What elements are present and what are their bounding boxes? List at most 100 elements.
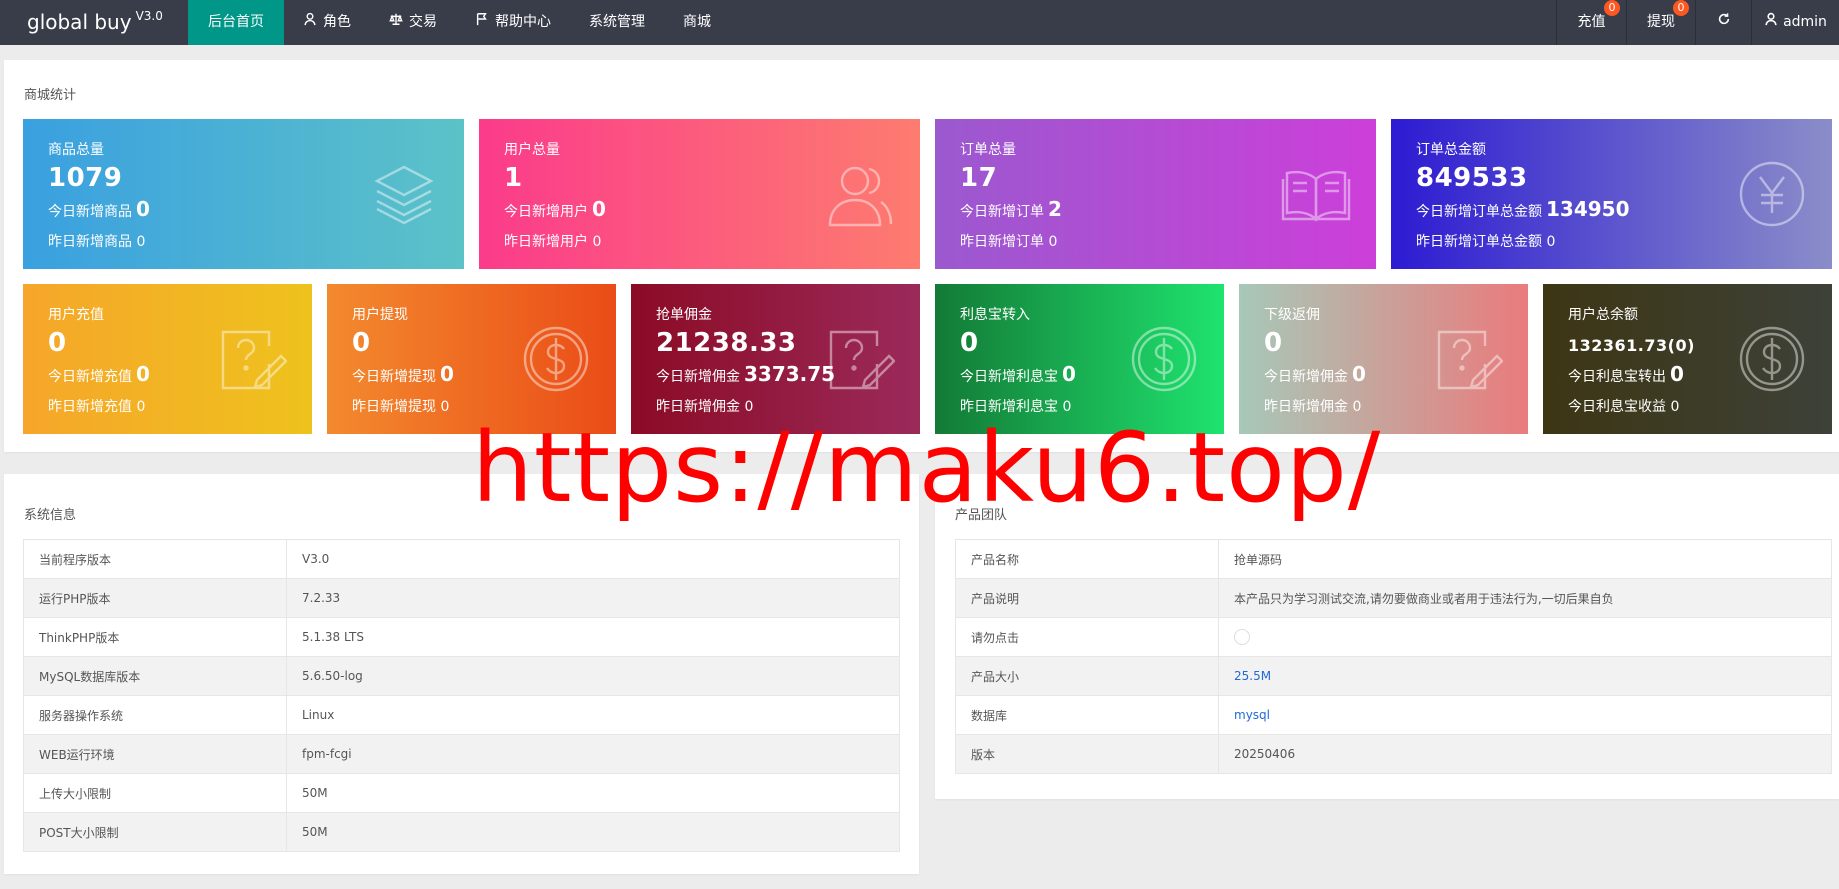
card-title: 用户总量 [504, 142, 560, 158]
stat-card-balance: 用户总余额 132361.73(0) 今日利息宝转出 0 今日利息宝收益 0 [1543, 284, 1832, 434]
card-today: 今日利息宝转出 0 [1568, 362, 1684, 386]
row-label: 产品说明 [955, 578, 1219, 618]
card-value: 21238.33 [656, 328, 797, 358]
card-title: 下级返佣 [1264, 307, 1320, 323]
nav-label: 商城 [683, 14, 711, 30]
withdraw-button[interactable]: 提现 0 [1626, 0, 1695, 45]
nav-item-trade[interactable]: 交易 [370, 0, 456, 45]
card-title: 用户充值 [48, 307, 104, 323]
dollar-icon [1129, 324, 1199, 394]
recharge-badge: 0 [1604, 0, 1620, 16]
row-value: 7.2.33 [286, 578, 900, 618]
row-value: 5.6.50-log [286, 656, 900, 696]
row-label: 服务器操作系统 [23, 695, 287, 735]
row-label: WEB运行环境 [23, 734, 287, 774]
row-value: 5.1.38 LTS [286, 617, 900, 657]
row-value [1218, 617, 1832, 657]
refresh-button[interactable] [1695, 0, 1751, 45]
brand-name: global buy [27, 10, 132, 34]
nav-item-roles[interactable]: 角色 [284, 0, 370, 45]
row-value: 本产品只为学习测试交流,请勿要做商业或者用于违法行为,一切后果自负 [1218, 578, 1832, 618]
stat-card-products: 商品总量 1079 今日新增商品 0 昨日新增商品 0 [23, 119, 464, 269]
card-yesterday: 昨日新增用户 0 [504, 234, 602, 250]
withdraw-badge: 0 [1673, 0, 1689, 16]
row-value: Linux [286, 695, 900, 735]
row-value-link[interactable]: mysql [1218, 695, 1832, 735]
system-info-table: 当前程序版本 V3.0 运行PHP版本 7.2.33 ThinkPHP版本 5.1.3… [23, 539, 900, 852]
nav-item-dashboard[interactable]: 后台首页 [188, 0, 284, 45]
product-team-table: 产品名称 抢单源码 产品说明 本产品只为学习测试交流,请勿要做商业或者用于违法行为,… [955, 539, 1832, 774]
card-today: 今日新增提现 0 [352, 362, 454, 386]
card-value: 0 [48, 328, 67, 358]
nav-item-system[interactable]: 系统管理 [570, 0, 664, 45]
flag-icon [475, 0, 489, 45]
do-not-click-badge[interactable] [1234, 629, 1250, 645]
row-value: 20250406 [1218, 734, 1832, 774]
nav-item-help[interactable]: 帮助中心 [456, 0, 570, 45]
card-title: 订单总量 [960, 142, 1016, 158]
card-yesterday: 昨日新增订单 0 [960, 234, 1058, 250]
row-value: V3.0 [286, 539, 900, 579]
recharge-button[interactable]: 充值 0 [1556, 0, 1626, 45]
table-row: 产品说明 本产品只为学习测试交流,请勿要做商业或者用于违法行为,一切后果自负 [955, 578, 1832, 618]
card-value: 0 [1264, 328, 1283, 358]
right-nav: 充值 0 提现 0 admin [1556, 0, 1839, 45]
row-value: fpm-fcgi [286, 734, 900, 774]
table-row: 请勿点击 [955, 617, 1832, 657]
dollar-icon [1737, 324, 1807, 394]
nav-label: 角色 [323, 14, 351, 30]
card-today: 今日新增佣金 0 [1264, 362, 1366, 386]
card-today: 今日新增用户 0 [504, 197, 606, 221]
main-nav: 后台首页 角色 交易 帮助中心 系统管理 商城 [188, 0, 730, 45]
stats-panel-title: 商城统计 [24, 88, 77, 103]
nav-label: 系统管理 [589, 14, 645, 30]
table-row: 运行PHP版本 7.2.33 [23, 578, 900, 618]
card-value: 17 [960, 163, 998, 193]
dollar-icon [521, 324, 591, 394]
row-label: 运行PHP版本 [23, 578, 287, 618]
table-row: 上传大小限制 50M [23, 773, 900, 813]
row-label: MySQL数据库版本 [23, 656, 287, 696]
card-title: 抢单佣金 [656, 307, 712, 323]
help-edit-icon [1433, 324, 1504, 394]
brand-logo[interactable]: global buy V3.0 [27, 0, 163, 45]
nav-item-mall[interactable]: 商城 [664, 0, 730, 45]
layers-icon [369, 159, 439, 229]
table-row: 版本 20250406 [955, 734, 1832, 774]
card-value: 0 [960, 328, 979, 358]
help-edit-icon [217, 324, 288, 394]
card-yesterday: 昨日新增充值 0 [48, 399, 146, 415]
stat-card-order-amount: 订单总金额 849533 今日新增订单总金额 134950 昨日新增订单总金额 0 [1391, 119, 1832, 269]
card-title: 用户提现 [352, 307, 408, 323]
user-icon [303, 0, 317, 45]
card-today: 今日新增利息宝 0 [960, 362, 1076, 386]
user-menu[interactable]: admin [1751, 0, 1839, 45]
card-title: 利息宝转入 [960, 307, 1030, 323]
users-icon [825, 159, 895, 229]
row-value: 50M [286, 812, 900, 852]
row-value: 50M [286, 773, 900, 813]
recharge-label: 充值 [1577, 14, 1606, 30]
nav-label: 交易 [409, 14, 437, 30]
brand-version: V3.0 [135, 9, 163, 23]
row-value-link[interactable]: 25.5M [1218, 656, 1832, 696]
table-row: 服务器操作系统 Linux [23, 695, 900, 735]
row-label: 版本 [955, 734, 1219, 774]
row-label: 请勿点击 [955, 617, 1219, 657]
row-label: 数据库 [955, 695, 1219, 735]
card-today: 今日新增商品 0 [48, 197, 150, 221]
card-today: 今日新增订单 2 [960, 197, 1062, 221]
yen-icon [1737, 159, 1807, 229]
row-value: 抢单源码 [1218, 539, 1832, 579]
row-label: 产品大小 [955, 656, 1219, 696]
card-today: 今日新增订单总金额 134950 [1416, 197, 1630, 221]
card-value: 849533 [1416, 163, 1528, 193]
card-today: 今日新增充值 0 [48, 362, 150, 386]
withdraw-label: 提现 [1647, 14, 1675, 30]
row-label: ThinkPHP版本 [23, 617, 287, 657]
table-row: 产品大小 25.5M [955, 656, 1832, 696]
book-icon [1281, 159, 1351, 229]
table-row: 产品名称 抢单源码 [955, 539, 1832, 579]
refresh-icon [1717, 0, 1731, 45]
table-row: WEB运行环境 fpm-fcgi [23, 734, 900, 774]
